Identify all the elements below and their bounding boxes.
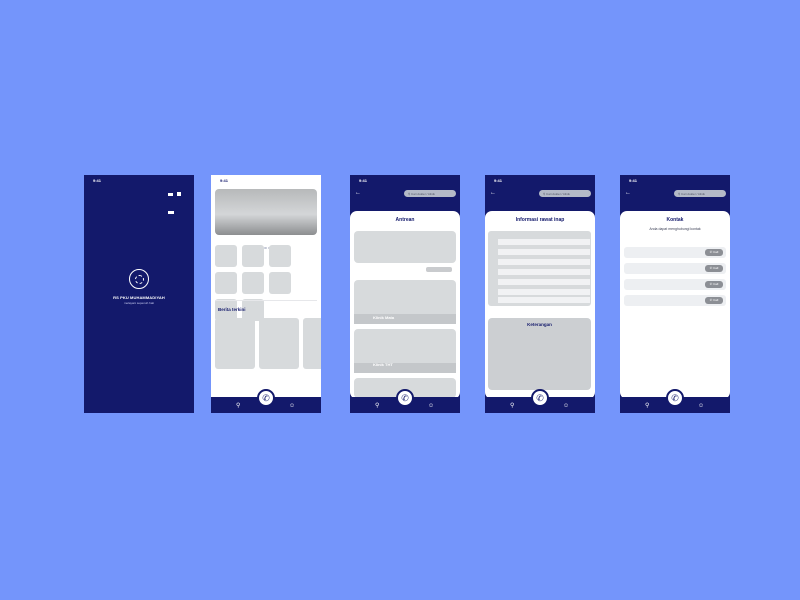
table-row: [498, 249, 590, 255]
divider: [215, 300, 317, 301]
news-card[interactable]: [303, 318, 321, 369]
call-button[interactable]: ✆: [396, 389, 414, 407]
person-icon[interactable]: ☺: [428, 403, 434, 409]
keterangan-box: Keterangan: [488, 318, 591, 390]
contact-call-button[interactable]: ✆ Call: [705, 265, 723, 272]
person-icon[interactable]: ☺: [289, 403, 295, 409]
clinic-card-footer: [354, 314, 456, 324]
table-row: [498, 289, 590, 295]
status-icons: [434, 178, 452, 214]
status-icons: [168, 178, 186, 214]
status-bar: 9:41: [620, 175, 730, 214]
call-button[interactable]: ✆: [666, 389, 684, 407]
contact-call-button[interactable]: ✆ Call: [705, 249, 723, 256]
status-time: 9:41: [494, 178, 503, 183]
arrow-left-icon[interactable]: ←: [490, 190, 496, 196]
splash-subtitle: melayani sepenuh hati: [123, 301, 155, 305]
kontak-screen: 9:41 ← ⚲ Cari dokter / klinik Kontak And…: [620, 175, 730, 413]
phone-icon: ✆: [536, 393, 544, 403]
search-input[interactable]: ⚲ Cari dokter / klinik: [674, 190, 726, 197]
menu-tile[interactable]: [215, 245, 237, 267]
table-row: [498, 259, 590, 265]
contact-call-button[interactable]: ✆ Call: [705, 281, 723, 288]
news-section-label: Berita terkini: [218, 307, 246, 312]
home-icon[interactable]: ⚲: [510, 402, 514, 409]
phone-icon: ✆: [671, 393, 679, 403]
splash-title: RS PKU MUHAMMADIYAH: [113, 295, 165, 300]
queue-box: [354, 231, 456, 263]
call-button[interactable]: ✆: [257, 389, 275, 407]
phone-icon: ✆: [262, 393, 270, 403]
menu-tile[interactable]: [242, 245, 264, 267]
search-input[interactable]: ⚲ Cari dokter / klinik: [539, 190, 591, 197]
banner-carousel[interactable]: [215, 189, 317, 235]
person-icon[interactable]: ☺: [698, 403, 704, 409]
menu-tile[interactable]: [242, 272, 264, 294]
page-title: Antrean: [395, 217, 415, 223]
status-icons: [295, 178, 313, 214]
arrow-left-icon[interactable]: ←: [625, 190, 631, 196]
home-icon[interactable]: ⚲: [375, 402, 379, 409]
search-icon: ⚲: [543, 191, 546, 196]
table-row: [498, 239, 590, 245]
queue-button[interactable]: [426, 267, 452, 272]
status-bar: 9:41: [350, 175, 460, 214]
carousel-dots[interactable]: [257, 236, 272, 249]
status-bar: 9:41: [84, 175, 194, 214]
info-table: [488, 231, 591, 306]
clinic-card[interactable]: Klinik THT: [354, 329, 456, 373]
status-time: 9:41: [359, 178, 368, 183]
table-row: [498, 279, 590, 285]
keterangan-title: Keterangan: [527, 322, 552, 327]
menu-tile[interactable]: [215, 272, 237, 294]
status-time: 9:41: [93, 178, 102, 183]
status-time: 9:41: [220, 178, 229, 183]
status-icons: [704, 178, 722, 214]
clinic-card[interactable]: Klinik Mata: [354, 280, 456, 324]
news-card[interactable]: [259, 318, 299, 369]
search-input[interactable]: ⚲ Cari dokter / klinik: [404, 190, 456, 197]
menu-tile[interactable]: [269, 245, 291, 267]
call-button[interactable]: ✆: [531, 389, 549, 407]
kontak-card: Kontak Anda dapat menghubungi kontak ✆ C…: [620, 211, 730, 399]
contact-call-button[interactable]: ✆ Call: [705, 297, 723, 304]
hospital-logo: [129, 269, 149, 289]
status-icons: [569, 178, 587, 214]
contact-row: ✆ Call: [624, 263, 726, 274]
search-icon: ⚲: [408, 191, 411, 196]
menu-tile[interactable]: [269, 272, 291, 294]
contact-row: ✆ Call: [624, 279, 726, 290]
info-card: Informasi rawat inap Keterangan: [485, 211, 595, 399]
page-title: Informasi rawat inap: [515, 217, 565, 223]
contact-row: ✆ Call: [624, 295, 726, 306]
table-row: [498, 297, 590, 303]
status-bar: 9:41: [485, 175, 595, 214]
clinic-card-footer: [354, 363, 456, 373]
antrean-card: Antrean Klinik Mata Klinik THT: [350, 211, 460, 399]
home-icon[interactable]: ⚲: [645, 402, 649, 409]
contact-row: ✆ Call: [624, 247, 726, 258]
splash-screen: 9:41 RS PKU MUHAMMADIYAH melayani sepenu…: [84, 175, 194, 413]
kontak-subtitle: Anda dapat menghubungi kontak: [649, 227, 701, 231]
menu-grid: [215, 245, 319, 326]
status-bar: 9:41: [211, 175, 321, 214]
person-icon[interactable]: ☺: [563, 403, 569, 409]
home-icon[interactable]: ⚲: [236, 402, 240, 409]
table-row: [498, 269, 590, 275]
status-time: 9:41: [629, 178, 638, 183]
page-title: Kontak: [666, 217, 684, 223]
info-screen: 9:41 ← ⚲ Cari dokter / klinik Informasi …: [485, 175, 595, 413]
phone-icon: ✆: [401, 393, 409, 403]
arrow-left-icon[interactable]: ←: [355, 190, 361, 196]
clinic-name: Klinik THT: [373, 362, 393, 367]
clinic-name: Klinik Mata: [373, 315, 395, 320]
home-screen: 9:41 Berita terkini ⚲ ☺ ✆: [211, 175, 321, 413]
search-icon: ⚲: [678, 191, 681, 196]
antrean-screen: 9:41 ← ⚲ Cari dokter / klinik Antrean Kl…: [350, 175, 460, 413]
news-card[interactable]: [215, 318, 255, 369]
